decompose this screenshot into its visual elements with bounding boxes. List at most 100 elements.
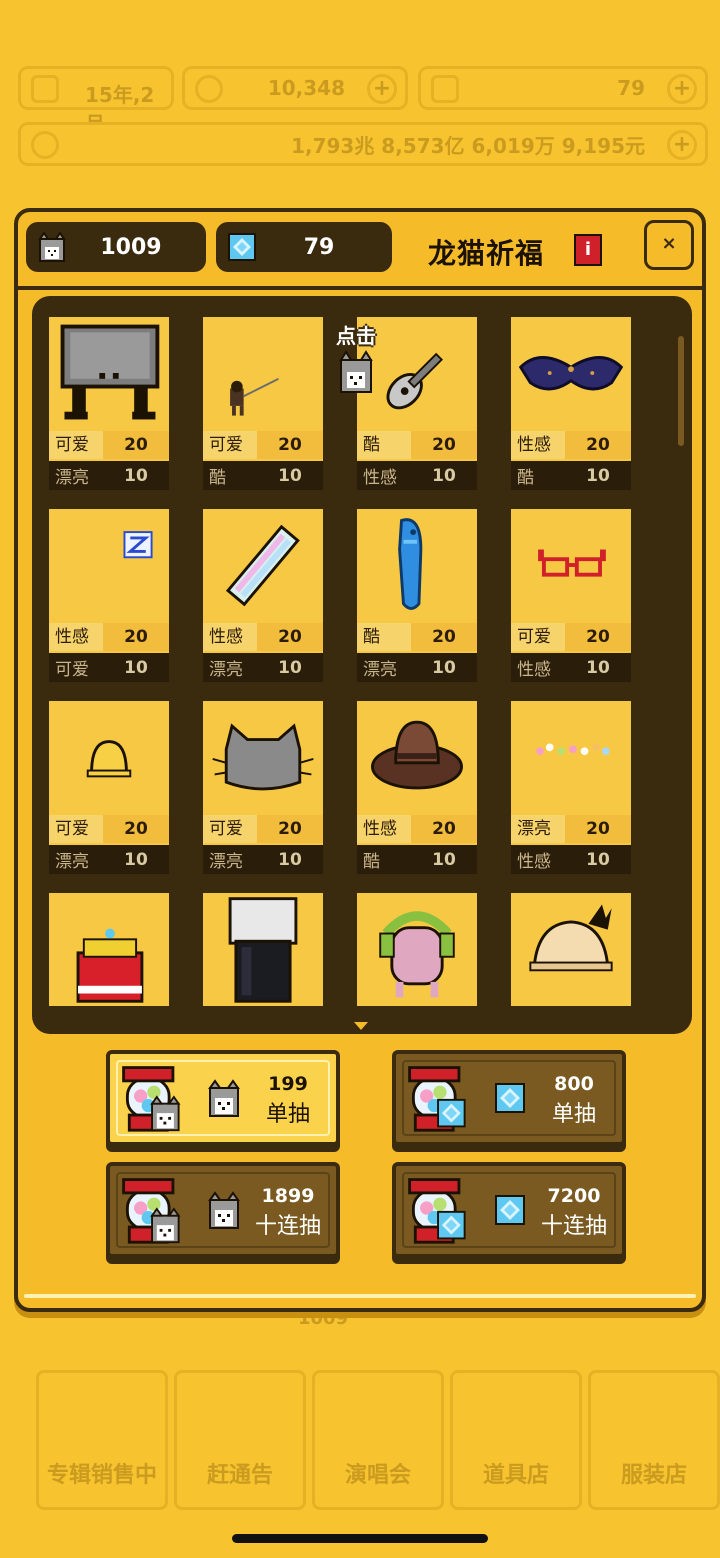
bg-date-label: 15年,2月 [85,83,155,136]
secondary-stat-label: 酷 [363,852,380,872]
bg-date-pill: 15年,2月 [18,66,174,136]
primary-stat-label: 性感 [49,623,103,651]
primary-stat-row: 性感 20 [203,623,323,651]
blue-z-icon-icon [123,531,153,559]
secondary-stat-label: 可爱 [55,660,89,680]
primary-stat-row: 可爱 20 [49,815,169,843]
secondary-stat-label: 性感 [363,468,397,488]
add-coins-icon: + [367,74,397,104]
primary-stat-label: 酷 [357,623,411,651]
primary-stat-row: 可爱 20 [203,431,323,459]
secondary-stat-value: 10 [278,849,302,870]
item-card[interactable]: W [354,890,480,1006]
add-gems-icon: + [667,74,697,104]
item-card[interactable]: 可爱 20 性感 10 [508,506,634,682]
item-card[interactable]: 可爱 20 漂亮 10 [200,698,326,874]
item-card[interactable]: 性感 20 酷 10 [354,698,480,874]
cat-ticket-icon [208,1079,240,1117]
primary-stat-value: 20 [432,435,456,455]
item-card[interactable]: 酷 20 漂亮 10 [354,506,480,682]
info-icon: i [584,239,592,260]
gem-icon [431,75,459,103]
secondary-stat-row: 性感 10 [511,653,631,682]
primary-stat-label: 可爱 [203,431,257,459]
primary-stat-value: 20 [278,435,302,455]
primary-stat-row: 酷 20 [357,431,477,459]
secondary-stat-value: 10 [432,465,456,486]
secondary-stat-label: 漂亮 [55,468,89,488]
draw-type-label: 十连抽 [540,1214,607,1239]
draw-type-label: 单抽 [551,1102,596,1127]
red-crown-robe-icon [76,928,144,1003]
secondary-stat-value: 10 [432,657,456,678]
yellow-bell-icon [86,740,132,778]
primary-stat-row: 可爱 20 [203,815,323,843]
diamond-icon [228,233,256,261]
bg-tab-label: 道具店 [482,1463,549,1488]
secondary-stat-row: 漂亮 10 [49,845,169,874]
coin-icon [195,75,223,103]
primary-stat-row: 性感 20 [49,623,169,651]
single-draw-diamond-button[interactable]: 800 单抽 [392,1050,626,1146]
add-money-icon: + [667,130,697,160]
rainbow-crystal-icon [225,524,300,607]
draw-type-label: 十连抽 [254,1214,321,1239]
items-grid[interactable]: 可爱 20 漂亮 10 可爱 20 酷 10 酷 20 性感 10 性感 20 酷 10 性感 20 可爱 10 性感 2… [46,306,666,1006]
cat-ticket-icon [38,231,66,262]
bg-tab-item-shop: 道具店 [450,1370,582,1510]
diamond-icon [495,1195,525,1225]
secondary-stat-label: 酷 [209,468,226,488]
primary-stat-row: 可爱 20 [511,623,631,651]
ten-draw-diamond-button[interactable]: 7200 十连抽 [392,1162,626,1258]
gray-block-costume-icon [60,324,160,420]
secondary-stat-value: 10 [278,465,302,486]
primary-stat-label: 可爱 [203,815,257,843]
item-card[interactable]: 性感 20 漂亮 10 [200,506,326,682]
bg-tab-clothing-shop: 服装店 [588,1370,720,1510]
primary-stat-value: 20 [586,435,610,455]
bg-tab-label: 服装店 [620,1463,687,1488]
item-card[interactable]: 性感 20 可爱 10 [46,506,172,682]
gacha-dialog: 1009 79 龙猫祈福 i × 可爱 20 漂亮 10 可爱 20 酷 10 酷 20 性感 10 性… [14,208,706,1312]
ten-draw-ticket-button[interactable]: 1899 十连抽 [106,1162,340,1258]
bg-tab-label: 赶通告 [206,1463,273,1488]
item-card[interactable]: W [508,890,634,1006]
primary-stat-label: 可爱 [49,815,103,843]
header-divider [18,286,702,290]
items-board[interactable]: 可爱 20 漂亮 10 可爱 20 酷 10 酷 20 性感 10 性感 20 酷 10 性感 20 可爱 10 性感 2… [32,296,692,1034]
secondary-stat-row: 性感 10 [357,461,477,490]
gray-cat-ears-icon [212,723,314,791]
cat-ticket-icon [208,1191,240,1229]
money-icon [31,131,59,159]
bg-gems-pill: 79 + [418,66,708,110]
red-glasses-icon [538,549,606,577]
items-scrollbar[interactable] [678,336,684,446]
item-card[interactable] [46,890,172,1006]
gacha-machine-icon [122,1066,181,1132]
draw-cost: 7200 [547,1185,601,1207]
single-draw-ticket-button[interactable]: 199 单抽 [106,1050,340,1146]
item-card[interactable]: 可爱 20 漂亮 10 [46,698,172,874]
secondary-stat-value: 10 [586,657,610,678]
item-card[interactable]: 可爱 20 酷 10 [200,314,326,490]
primary-stat-label: 性感 [357,815,411,843]
bg-bottom-tabs: 专辑销售中 赶通告 演唱会 道具店 服装店 [36,1370,720,1510]
tiny-fishing-figure-icon [230,377,279,416]
secondary-stat-label: 酷 [517,468,534,488]
primary-stat-value: 20 [278,819,302,839]
home-indicator[interactable] [232,1534,488,1543]
item-card[interactable]: 漂亮 20 性感 10 [508,698,634,874]
bg-tab-album: 专辑销售中 [36,1370,168,1510]
item-card[interactable]: 可爱 20 漂亮 10 [46,314,172,490]
primary-stat-value: 20 [432,627,456,647]
cream-hat-feather-icon [529,904,613,972]
info-button[interactable]: i [574,234,602,266]
primary-stat-label: 性感 [511,431,565,459]
close-button[interactable]: × [644,220,694,270]
item-card[interactable]: W [200,890,326,1006]
item-card[interactable]: 性感 20 酷 10 [508,314,634,490]
secondary-stat-label: 漂亮 [209,660,243,680]
secondary-stat-value: 10 [586,465,610,486]
tap-hint-cat-icon[interactable] [338,350,374,394]
dark-wings-icon [518,356,624,391]
